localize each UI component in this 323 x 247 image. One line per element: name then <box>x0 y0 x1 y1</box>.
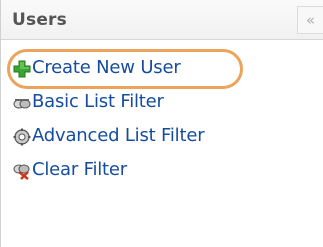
panel-header: Users « <box>1 0 323 40</box>
users-panel: Users « Create New User Basic List Filte… <box>0 0 323 247</box>
filter-icon <box>13 94 31 112</box>
panel-title: Users <box>12 10 67 30</box>
collapse-panel-button[interactable]: « <box>297 6 323 34</box>
clear-filter-icon <box>13 162 31 180</box>
add-user-icon <box>13 60 31 78</box>
menu-item-label: Basic List Filter <box>32 91 164 112</box>
gear-filter-icon <box>13 128 31 146</box>
menu-item-label: Clear Filter <box>32 159 127 180</box>
menu-item-label: Create New User <box>32 57 181 78</box>
menu-item-label: Advanced List Filter <box>32 125 205 146</box>
double-chevron-left-icon: « <box>305 11 316 29</box>
